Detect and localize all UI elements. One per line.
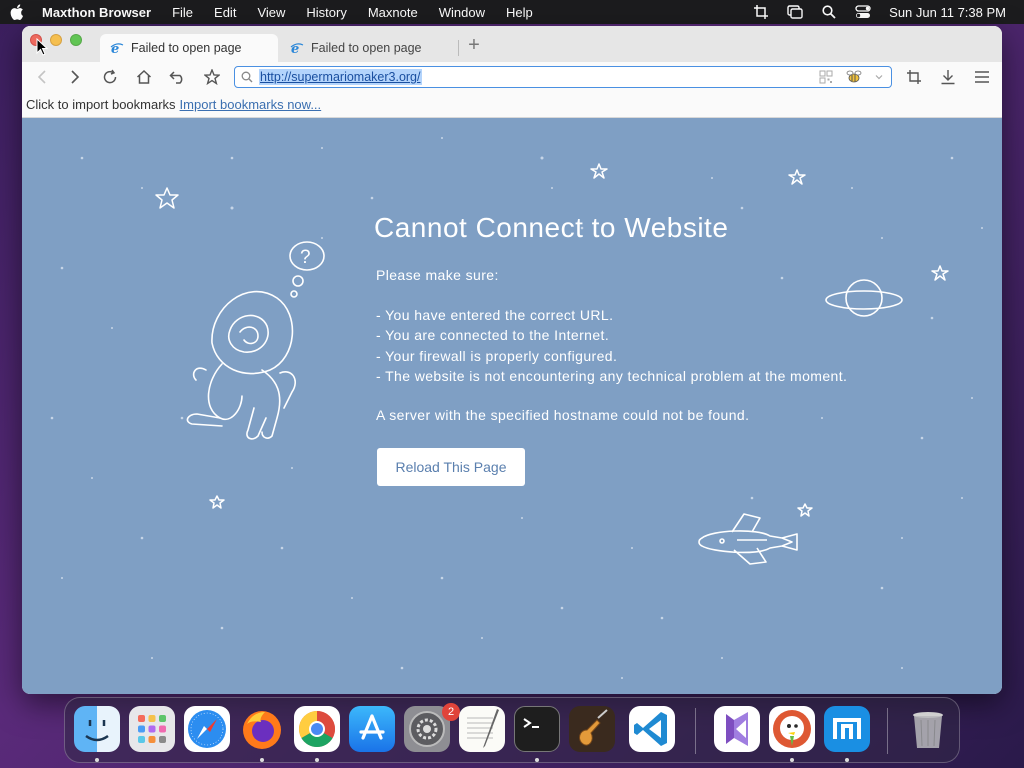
forward-button[interactable] [65,68,85,86]
duckduckgo-icon[interactable] [769,706,815,752]
menu-app-name[interactable]: Maxthon Browser [42,5,151,20]
menu-view[interactable]: View [257,5,285,20]
checklist-item: - The website is not encountering any te… [376,367,848,384]
astronaut-illustration: ? [186,241,325,440]
please-make-sure-label: Please make sure: [376,267,499,283]
menu-edit[interactable]: Edit [214,5,236,20]
import-bookmarks-prompt: Click to import bookmarks [26,97,176,112]
server-not-found-message: A server with the specified hostname cou… [376,407,750,423]
running-indicator [790,758,794,762]
undo-close-tab-icon[interactable] [168,68,188,86]
checklist-item: - You have entered the correct URL. [376,307,614,323]
screenshot-icon[interactable] [904,68,924,86]
vscode-icon[interactable] [629,706,675,752]
spotlight-search-icon[interactable] [821,4,837,20]
chrome-icon[interactable] [294,706,340,752]
menu-window[interactable]: Window [439,5,485,20]
textedit-icon[interactable] [459,706,505,752]
download-icon[interactable] [938,68,958,86]
dock-divider [887,708,888,754]
launchpad-icon[interactable] [129,706,175,752]
maxthon-icon[interactable] [824,706,870,752]
garageband-icon[interactable] [569,706,615,752]
notification-badge: 2 [442,703,460,721]
firefox-icon[interactable] [239,706,285,752]
dock: 2 [64,697,960,763]
checklist-item: - Your firewall is properly configured. [376,347,618,364]
minimize-window-button[interactable] [50,34,62,46]
apple-menu-icon[interactable] [10,4,24,20]
bookmark-star-icon[interactable] [202,68,222,86]
control-center-icon[interactable] [855,4,871,20]
menu-bar: Maxthon Browser File Edit View History M… [0,0,1024,24]
browser-window: e Failed to open page e Failed to open p… [22,26,1002,694]
error-title: Cannot Connect to Website [374,212,729,243]
zoom-window-button[interactable] [70,34,82,46]
tab-title: Failed to open page [311,41,422,55]
tab-bar: e Failed to open page e Failed to open p… [22,26,1002,62]
tab-divider [458,40,459,56]
running-indicator [535,758,539,762]
back-button[interactable] [32,68,52,86]
qr-code-icon[interactable] [819,70,833,84]
menu-clock[interactable]: Sun Jun 11 7:38 PM [889,5,1006,20]
visual-studio-icon[interactable] [714,706,760,752]
checklist-item: - You are connected to the Internet. [376,327,610,344]
import-bookmarks-link[interactable]: Import bookmarks now... [180,97,322,112]
running-indicator [95,758,99,762]
space-shuttle-illustration [698,513,798,565]
menu-help[interactable]: Help [506,5,533,20]
running-indicator [845,758,849,762]
dock-divider [695,708,696,754]
running-indicator [260,758,264,762]
chevron-down-icon[interactable] [875,73,883,81]
ie-page-icon: e [290,42,304,55]
search-icon [241,71,253,83]
url-text[interactable]: http://supermariomaker3.org/ [259,69,422,85]
ie-page-icon: e [110,42,124,55]
trash-icon[interactable] [905,706,951,752]
navigation-toolbar: http://supermariomaker3.org/ [22,62,1002,92]
new-tab-button[interactable]: + [465,35,483,55]
error-page: ? Cannot Connect to Website Please make … [22,118,1002,694]
menu-maxnote[interactable]: Maxnote [368,5,418,20]
finder-icon[interactable] [74,706,120,752]
tab-failed-to-open-page-1[interactable]: e Failed to open page [100,34,278,62]
screen-mirroring-icon[interactable] [787,4,803,20]
thought-bubble-question: ? [300,247,311,268]
address-bar[interactable]: http://supermariomaker3.org/ [234,66,892,88]
reload-icon[interactable] [100,68,120,86]
safari-icon[interactable] [184,706,230,752]
ad-blocker-bee-icon[interactable] [845,70,863,84]
app-store-icon[interactable] [349,706,395,752]
bookmarks-bar: Click to import bookmarks Import bookmar… [22,92,1002,118]
menu-file[interactable]: File [172,5,193,20]
starfield-background: ? [50,137,983,679]
menu-hamburger-icon[interactable] [972,68,992,86]
crop-icon[interactable] [753,4,769,20]
troubleshooting-checklist: - You have entered the correct URL. - Yo… [376,307,847,388]
terminal-icon[interactable] [514,706,560,752]
tab-title: Failed to open page [131,41,242,55]
menu-history[interactable]: History [306,5,346,20]
mouse-cursor-icon [36,38,48,56]
running-indicator [315,758,319,762]
reload-page-button[interactable]: Reload This Page [377,448,525,486]
tab-failed-to-open-page-2[interactable]: e Failed to open page [280,34,458,62]
home-icon[interactable] [134,68,154,86]
